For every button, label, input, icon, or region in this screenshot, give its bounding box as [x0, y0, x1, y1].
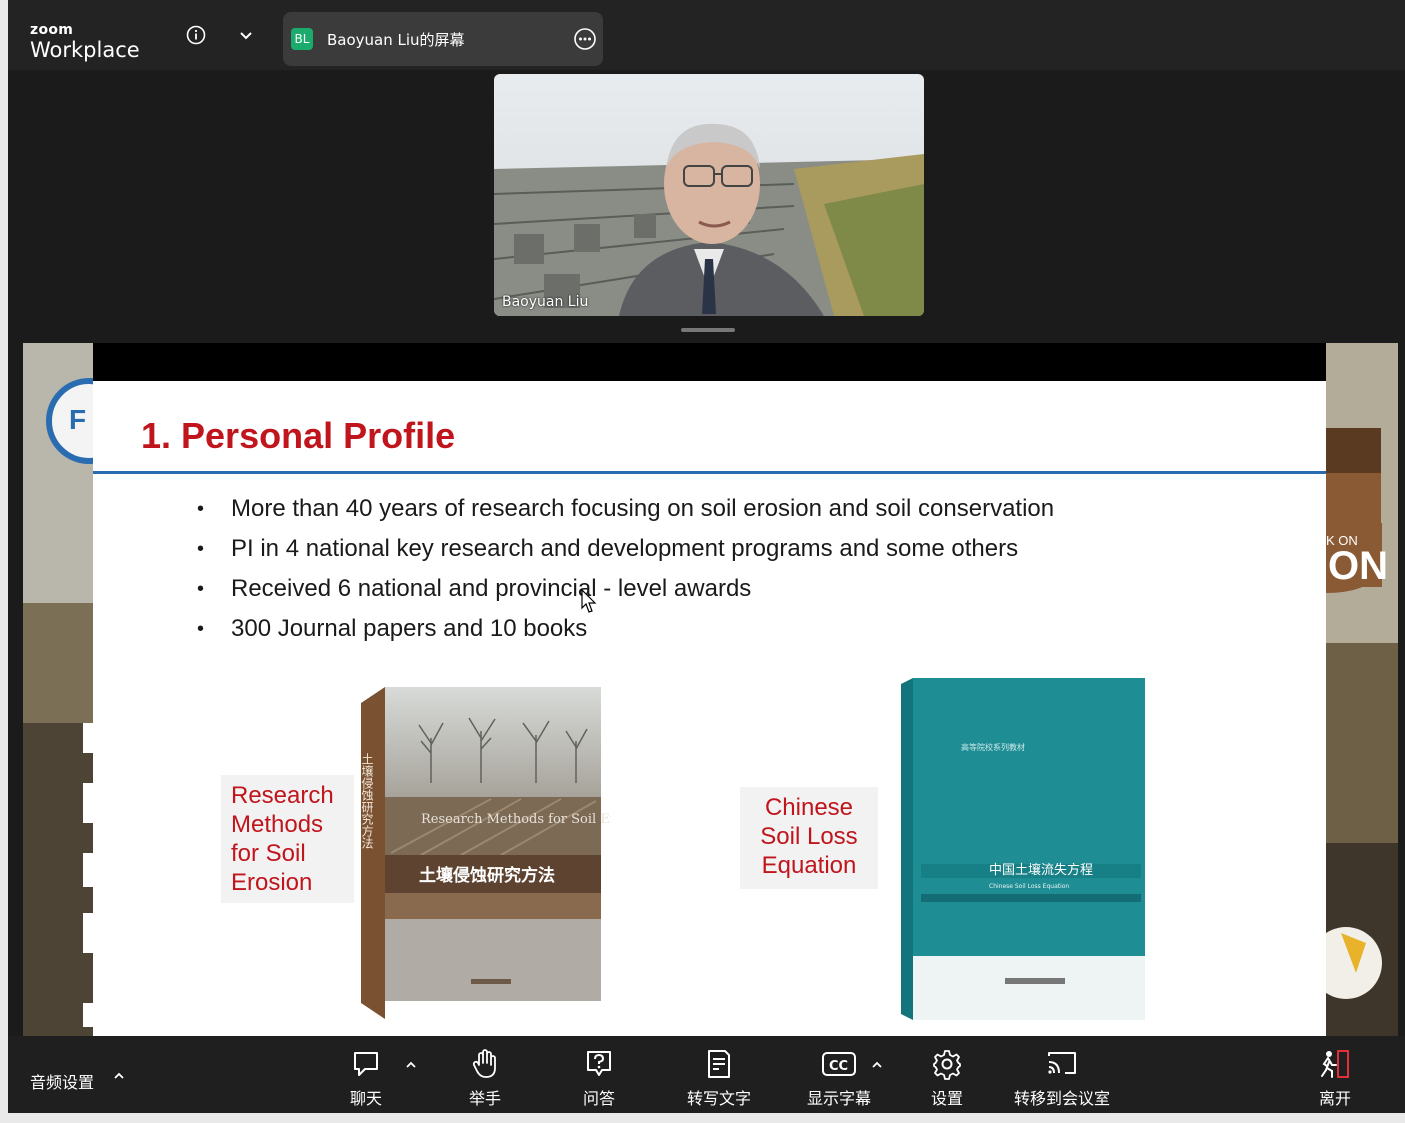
- transcript-label: 转写文字: [686, 1091, 751, 1108]
- meeting-toolbar: 音频设置 聊天 举手 问答 转写文字 CC 显示字幕 设置 转移到会议室 离开: [8, 1036, 1405, 1113]
- title-divider: [93, 471, 1326, 474]
- leave-label: 离开: [1318, 1091, 1351, 1108]
- book-label-line: Methods: [231, 811, 324, 838]
- zoom-logo: zoom: [30, 22, 74, 38]
- svg-text:F: F: [69, 404, 86, 435]
- book-label-line: Erosion: [231, 869, 313, 896]
- qa-icon: [587, 1051, 611, 1076]
- resize-handle[interactable]: [681, 328, 735, 332]
- leave-icon: [1321, 1050, 1349, 1078]
- raise-hand-label: 举手: [468, 1091, 501, 1108]
- top-bar: zoom Workplace BL Baoyuan Liu的屏幕: [8, 0, 1405, 70]
- settings-button[interactable]: 设置: [892, 1048, 1002, 1110]
- book-label-chinese-soil-loss: Chinese Soil Loss Equation: [740, 787, 878, 889]
- move-to-room-label: 转移到会议室: [1013, 1091, 1110, 1108]
- raise-hand-button[interactable]: 举手: [430, 1048, 540, 1110]
- bullet-item: Received 6 national and provincial - lev…: [193, 569, 1054, 609]
- captions-label: 显示字幕: [806, 1091, 871, 1108]
- more-options-icon[interactable]: [573, 27, 597, 51]
- background-slide-left: F: [23, 343, 93, 1036]
- zoom-window: zoom Workplace BL Baoyuan Liu的屏幕 Baoyuan…: [8, 0, 1405, 1113]
- background-slide-right: ON K ON: [1326, 343, 1398, 1036]
- captions-caret-up-icon[interactable]: [870, 1058, 884, 1072]
- participant-video[interactable]: Baoyuan Liu: [494, 74, 924, 316]
- cover-series: 高等院校系列教材: [961, 742, 1025, 752]
- chat-caret-up-icon[interactable]: [404, 1058, 418, 1072]
- share-tab-label: Baoyuan Liu的屏幕: [327, 31, 465, 49]
- svg-text:K ON: K ON: [1326, 533, 1358, 548]
- shared-screen: F ON K ON 1. Personal Profile More than …: [23, 343, 1398, 1036]
- gear-icon: [933, 1050, 961, 1080]
- leave-button[interactable]: 离开: [1290, 1048, 1380, 1110]
- transcript-button[interactable]: 转写文字: [664, 1048, 774, 1110]
- spine-title: 土壤侵蚀研究方法: [361, 753, 374, 849]
- book-label-line: Chinese: [764, 794, 854, 821]
- bullet-item: 300 Journal papers and 10 books: [193, 609, 1054, 649]
- audio-settings-button[interactable]: 音频设置: [30, 1069, 94, 1093]
- bullet-item: More than 40 years of research focusing …: [193, 489, 1054, 529]
- workplace-logo: Workplace: [30, 38, 140, 62]
- slide-top-band: [93, 343, 1326, 381]
- participant-name: Baoyuan Liu: [502, 294, 589, 310]
- qa-label: 问答: [582, 1091, 615, 1108]
- participant-video-image: [494, 74, 924, 316]
- book-label-line: Soil Loss: [760, 823, 858, 850]
- hand-icon: [472, 1049, 496, 1078]
- book-label-line: Equation: [761, 852, 857, 879]
- info-icon[interactable]: [186, 25, 206, 45]
- cover-chinese-title: 中国土壤流失方程: [989, 862, 1093, 878]
- book-label-research-methods: Research Methods for Soil Erosion: [221, 775, 354, 903]
- presentation-slide: 1. Personal Profile More than 40 years o…: [93, 381, 1326, 1036]
- settings-label: 设置: [930, 1091, 963, 1108]
- qa-button[interactable]: 问答: [544, 1048, 654, 1110]
- chat-icon: [354, 1052, 378, 1076]
- book-cover-research-methods: Research Methods for Soil Erosion 土壤侵蚀研究…: [361, 687, 611, 1019]
- share-avatar-badge: BL: [291, 28, 313, 50]
- slide-title: 1. Personal Profile: [141, 415, 456, 456]
- screen-share-tab[interactable]: BL Baoyuan Liu的屏幕: [283, 12, 603, 66]
- cc-icon: CC: [822, 1052, 856, 1076]
- mouse-cursor-icon: [581, 589, 597, 613]
- transcript-icon: [708, 1050, 730, 1078]
- book-label-line: Research: [231, 782, 334, 809]
- move-to-room-button[interactable]: 转移到会议室: [992, 1048, 1132, 1110]
- book-cover-chinese-soil-loss-equation: 高等院校系列教材 中国土壤流失方程 Chinese Soil Loss Equa…: [901, 678, 1145, 1020]
- book-label-line: for Soil: [231, 840, 306, 867]
- chevron-down-icon[interactable]: [236, 25, 256, 45]
- cast-icon: [1048, 1052, 1076, 1074]
- bullet-item: PI in 4 national key research and develo…: [193, 529, 1054, 569]
- svg-text:ON: ON: [1328, 544, 1388, 588]
- chat-label: 聊天: [349, 1091, 382, 1108]
- caret-up-icon[interactable]: [112, 1069, 126, 1083]
- svg-text:CC: CC: [829, 1059, 848, 1074]
- bullet-list: More than 40 years of research focusing …: [193, 489, 1054, 649]
- cover-english-title: Research Methods for Soil Erosion: [421, 812, 611, 827]
- cover-english-title: Chinese Soil Loss Equation: [989, 883, 1069, 890]
- cover-chinese-title: 土壤侵蚀研究方法: [419, 865, 555, 886]
